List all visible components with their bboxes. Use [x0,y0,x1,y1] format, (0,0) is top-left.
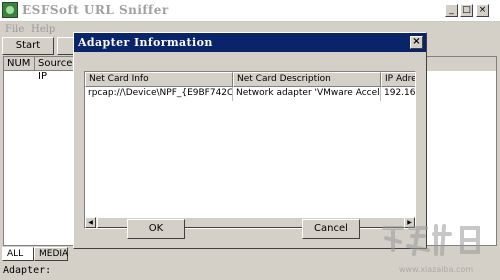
adapter-ip-cell: 192.168. [381,87,415,101]
column-num[interactable]: NUM [4,57,35,71]
column-net-card-description[interactable]: Net Card Description [233,72,381,87]
column-ip-address[interactable]: IP Adress [381,72,415,87]
tab-all[interactable]: ALL [2,247,34,261]
main-title-bar: ESFSoft URL Sniffer _ □ × [0,0,500,22]
maximize-icon[interactable]: □ [460,4,473,17]
close-icon[interactable]: × [476,4,489,17]
dialog-close-icon[interactable]: × [410,36,423,49]
adapter-description-cell: Network adapter 'VMware Accelerat... [233,87,381,101]
adapter-info-cell: rpcap://\Device\NPF_{E9BF742C-08B... [85,87,233,101]
adapter-grid[interactable]: Net Card Info Net Card Description IP Ad… [84,71,416,229]
scroll-left-icon[interactable]: ◀ [85,217,96,228]
start-button[interactable]: Start [2,37,54,55]
adapter-dialog: Adapter Information × Net Card Info Net … [73,32,427,249]
app-title: ESFSoft URL Sniffer [22,3,169,17]
adapter-grid-header: Net Card Info Net Card Description IP Ad… [85,72,415,87]
menu-help[interactable]: Help [31,24,55,35]
ok-button[interactable]: OK [127,219,185,239]
app-icon [2,2,18,18]
dialog-title: Adapter Information [78,36,213,49]
menu-file[interactable]: File [5,24,24,35]
watermark-site-text: www.xiazaiba.com [399,265,473,274]
adapter-status-label: Adapter: [3,265,52,276]
cancel-button[interactable]: Cancel [302,219,360,239]
adapter-row[interactable]: rpcap://\Device\NPF_{E9BF742C-08B... Net… [85,87,415,101]
minimize-icon[interactable]: _ [445,4,458,17]
column-net-card-info[interactable]: Net Card Info [85,72,233,87]
xiazaiba-watermark-logo: www.xiazaiba.com [382,224,480,274]
tab-media[interactable]: MEDIA [34,247,68,261]
dialog-title-bar: Adapter Information × [74,33,426,52]
